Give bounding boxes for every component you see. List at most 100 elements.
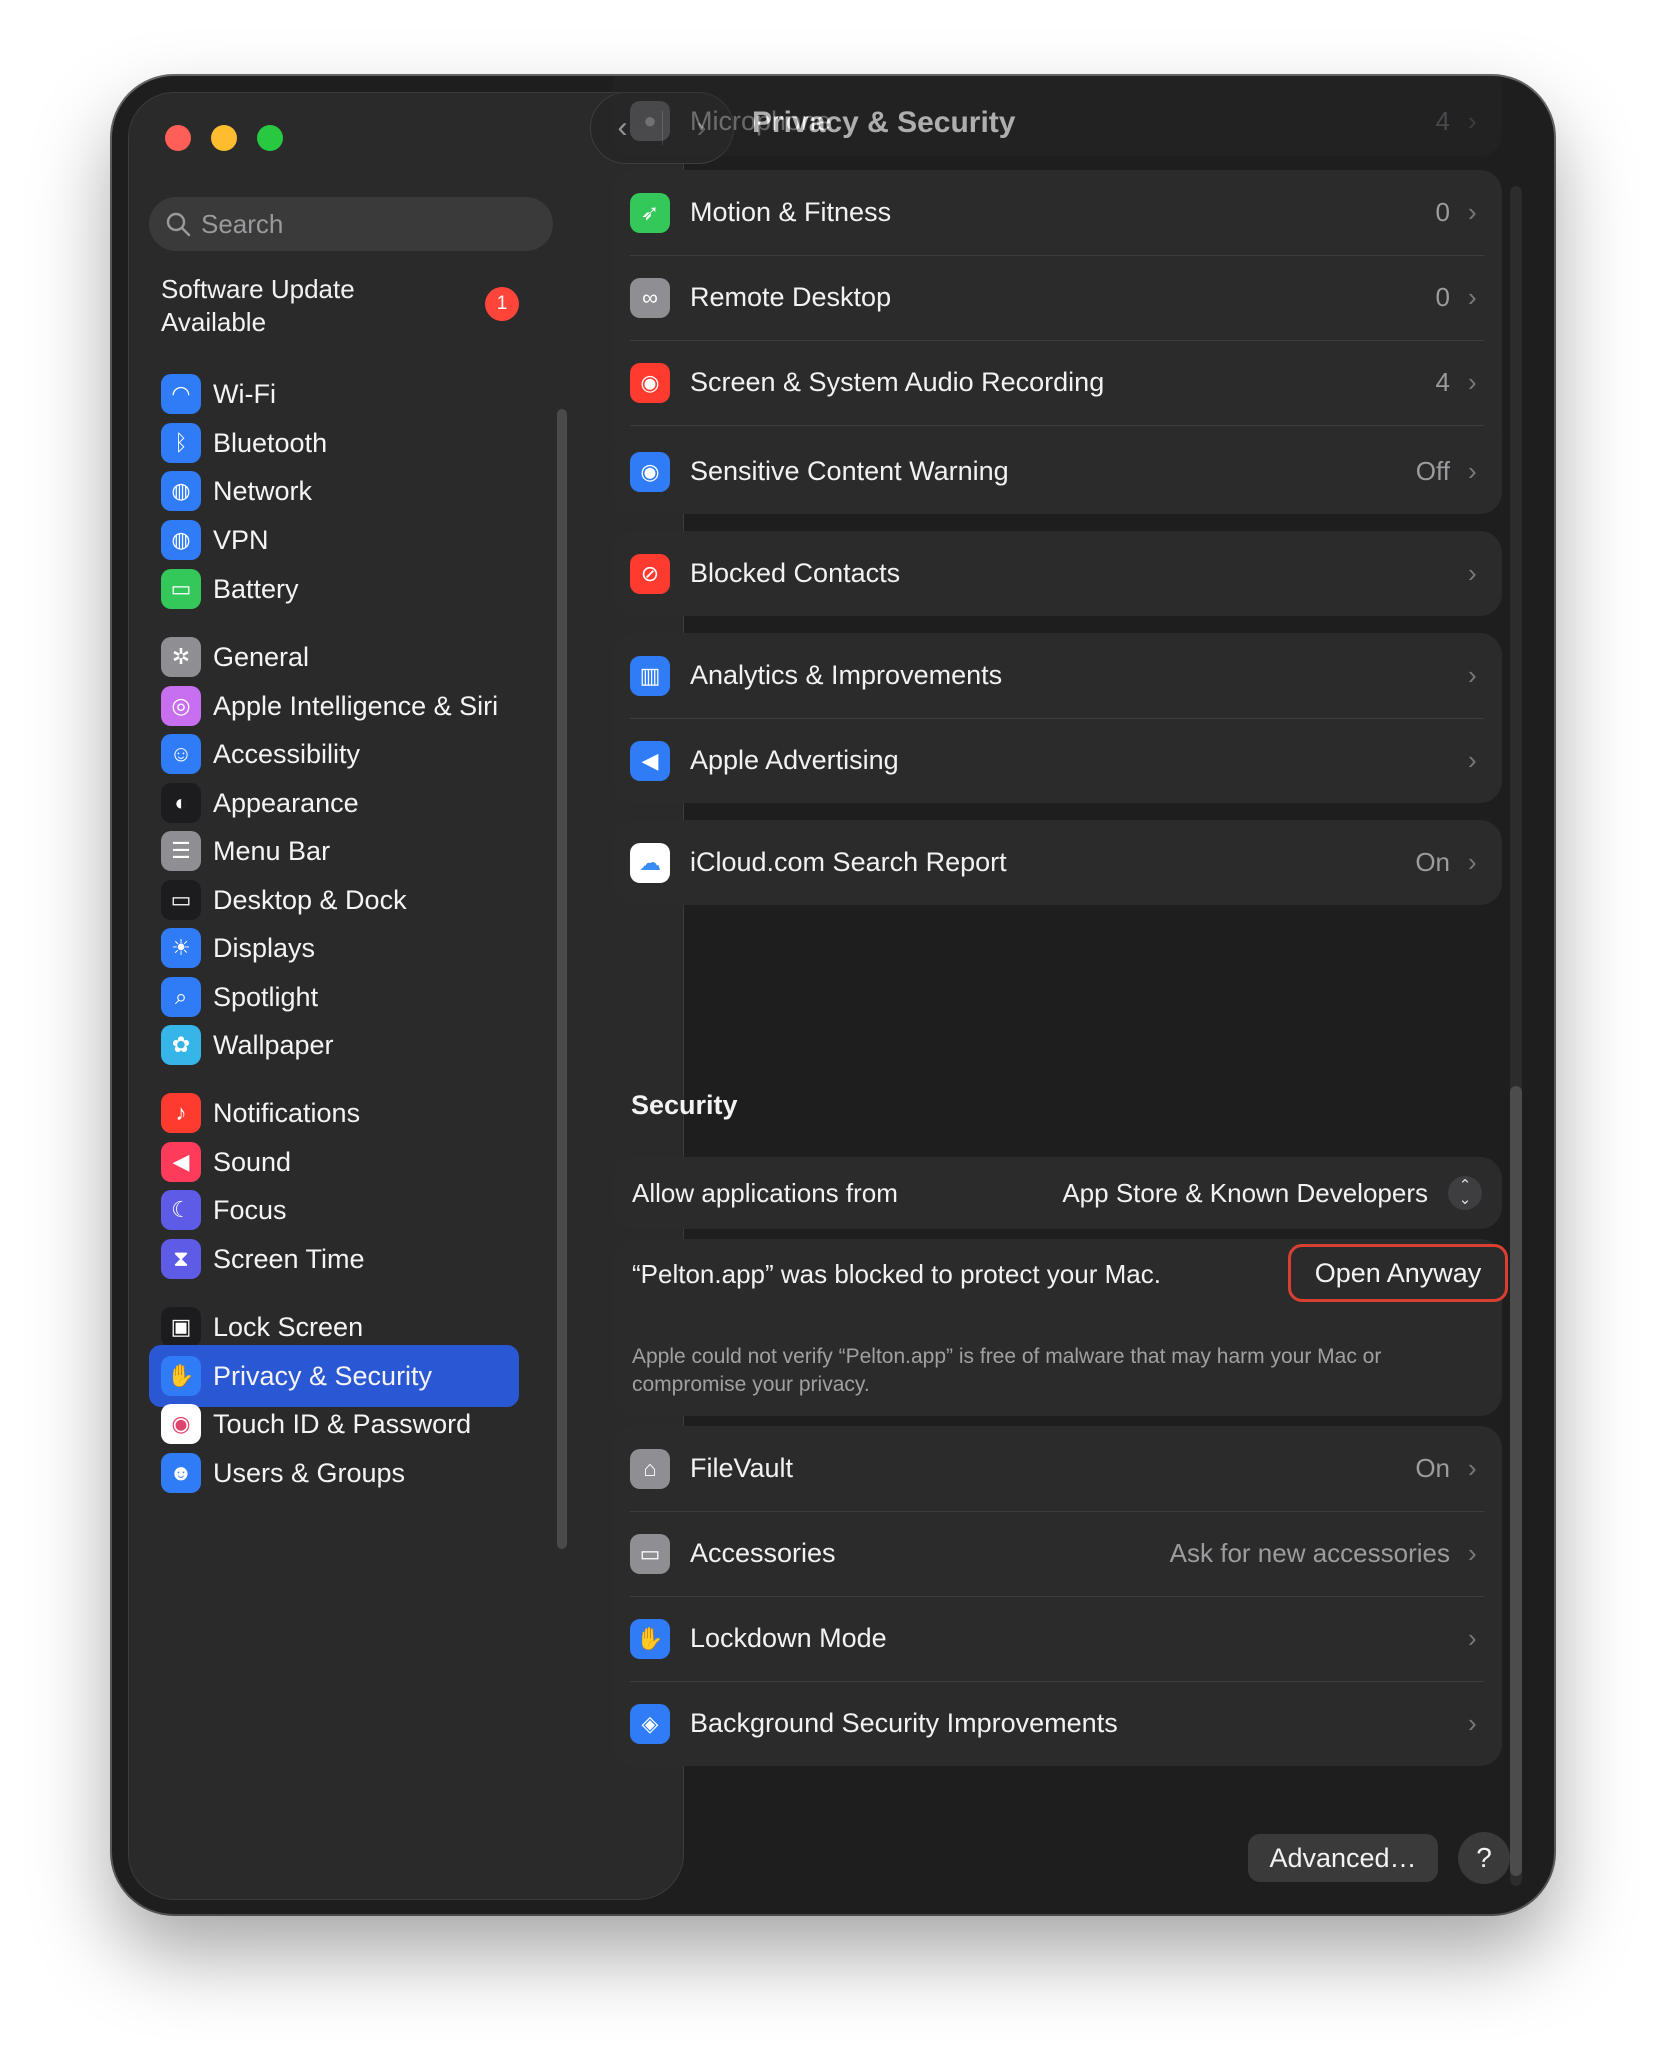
- menubar-icon: ☰: [161, 831, 201, 871]
- sidebar: Search Software Update Available 1 ◠ Wi-F…: [128, 92, 684, 1900]
- allow-apps-label: Allow applications from: [632, 1177, 898, 1208]
- microphone-count: 4: [1435, 105, 1450, 136]
- fingerprint-icon: ◉: [161, 1404, 201, 1444]
- zoom-window-button[interactable]: [257, 125, 283, 151]
- row-label: Accessories: [690, 1538, 836, 1568]
- chart-icon: ▥: [630, 655, 670, 696]
- sidebar-item-screen-time[interactable]: ⧗ Screen Time: [149, 1228, 519, 1290]
- microphone-icon: ●: [630, 101, 670, 141]
- row-blocked-contacts[interactable]: ⊘ Blocked Contacts ›: [612, 531, 1502, 616]
- row-filevault[interactable]: ⌂ FileVault On ›: [612, 1426, 1502, 1511]
- main-scrollbar[interactable]: [1510, 1086, 1522, 1876]
- chevron-right-icon: ›: [1468, 745, 1477, 775]
- microphone-label: Microphone: [690, 105, 832, 136]
- allow-apps-row: Allow applications from App Store & Know…: [612, 1157, 1502, 1229]
- update-count-badge: 1: [485, 287, 519, 321]
- blocked-app-message: “Pelton.app” was blocked to protect your…: [632, 1259, 1161, 1289]
- row-value: Ask for new accessories: [1169, 1538, 1450, 1568]
- sidebar-item-wallpaper[interactable]: ✿ Wallpaper: [149, 1014, 519, 1076]
- row-background-security-improvements[interactable]: ◈ Background Security Improvements ›: [612, 1681, 1502, 1766]
- row-label: Blocked Contacts: [690, 558, 901, 588]
- sidebar-scrollbar[interactable]: [557, 409, 567, 1549]
- globe-icon: ◍: [161, 520, 201, 560]
- allow-apps-value[interactable]: App Store & Known Developers: [1062, 1178, 1428, 1209]
- lock-icon: ▣: [161, 1307, 201, 1347]
- sidebar-item-label: Privacy & Security: [213, 1360, 433, 1391]
- battery-icon: ▭: [161, 569, 201, 609]
- row-label: Sensitive Content Warning: [690, 456, 1009, 486]
- globe-icon: ◍: [161, 471, 201, 511]
- row-screen-system-audio-recording[interactable]: ◉ Screen & System Audio Recording 4 ›: [612, 340, 1502, 425]
- shield-icon: ◈: [630, 1703, 670, 1744]
- sidebar-item-label: Screen Time: [213, 1243, 365, 1274]
- analytics-group: ▥ Analytics & Improvements › ◀ Apple Adverti…: [612, 633, 1502, 803]
- advanced-button[interactable]: Advanced…: [1248, 1834, 1438, 1882]
- siri-icon: ◎: [161, 686, 201, 726]
- minimize-window-button[interactable]: [211, 125, 237, 151]
- sidebar-item-label: Spotlight: [213, 981, 319, 1012]
- sidebar-item-label: Sound: [213, 1146, 292, 1177]
- row-label: Screen & System Audio Recording: [690, 367, 1105, 397]
- sidebar-item-battery[interactable]: ▭ Battery: [149, 558, 519, 620]
- row-remote-desktop[interactable]: ∞ Remote Desktop 0 ›: [612, 255, 1502, 340]
- icloud-group: ☁ iCloud.com Search Report On ›: [612, 820, 1502, 905]
- row-value: 4: [1435, 367, 1450, 397]
- blocked-icon: ⊘: [630, 553, 670, 594]
- software-update-link[interactable]: Software Update Available: [161, 273, 421, 339]
- users-icon: ☻: [161, 1453, 201, 1493]
- sidebar-item-label: Desktop & Dock: [213, 884, 407, 915]
- sidebar-item-label: Users & Groups: [213, 1457, 406, 1488]
- sidebar-item-label: Focus: [213, 1194, 287, 1225]
- sidebar-item-label: Displays: [213, 932, 316, 963]
- dock-icon: ▭: [161, 880, 201, 920]
- fitness-icon: ➶: [630, 192, 670, 233]
- eye-icon: ◉: [630, 451, 670, 492]
- chevron-right-icon: ›: [1468, 1453, 1477, 1483]
- row-lockdown-mode[interactable]: ✋ Lockdown Mode ›: [612, 1596, 1502, 1681]
- chevron-right-icon: ›: [1468, 1708, 1477, 1738]
- search-field[interactable]: Search: [149, 197, 553, 251]
- row-analytics-improvements[interactable]: ▥ Analytics & Improvements ›: [612, 633, 1502, 718]
- sidebar-item-label: Accessibility: [213, 738, 361, 769]
- sidebar-item-label: Wi-Fi: [213, 378, 276, 409]
- row-label: Lockdown Mode: [690, 1623, 887, 1653]
- blocked-group: ⊘ Blocked Contacts ›: [612, 531, 1502, 616]
- open-anyway-button[interactable]: Open Anyway: [1288, 1244, 1508, 1302]
- sidebar-item-label: Wallpaper: [213, 1029, 334, 1060]
- chevron-right-icon: ›: [1468, 197, 1477, 227]
- sun-icon: ☀: [161, 928, 201, 968]
- row-label: FileVault: [690, 1453, 794, 1483]
- hand-icon: ✋: [161, 1356, 201, 1396]
- chevron-right-icon: ›: [1468, 105, 1477, 136]
- security-section-title: Security: [631, 1090, 738, 1120]
- row-value: 0: [1435, 197, 1450, 227]
- wifi-icon: ◠: [161, 374, 201, 414]
- row-accessories[interactable]: ▭ Accessories Ask for new accessories ›: [612, 1511, 1502, 1596]
- bluetooth-icon: ᛒ: [161, 423, 201, 463]
- accessibility-icon: ☺: [161, 734, 201, 774]
- sidebar-item-label: Apple Intelligence & Siri: [213, 690, 499, 721]
- row-apple-advertising[interactable]: ◀ Apple Advertising ›: [612, 718, 1502, 803]
- row-motion-fitness[interactable]: ➶ Motion & Fitness 0 ›: [612, 170, 1502, 255]
- row-sensitive-content-warning[interactable]: ◉ Sensitive Content Warning Off ›: [612, 429, 1502, 514]
- gear-icon: ✲: [161, 637, 201, 677]
- search-icon: [166, 212, 191, 237]
- row-label: iCloud.com Search Report: [690, 847, 1007, 877]
- microphone-row[interactable]: ● Microphone 4 ›: [612, 76, 1502, 156]
- search-placeholder: Search: [201, 208, 284, 239]
- binoculars-icon: ∞: [630, 277, 670, 318]
- row-icloud-com-search-report[interactable]: ☁ iCloud.com Search Report On ›: [612, 820, 1502, 905]
- sidebar-item-label: Menu Bar: [213, 835, 331, 866]
- sidebar-item-users-groups[interactable]: ☻ Users & Groups: [149, 1442, 519, 1504]
- chevron-right-icon: ›: [1468, 1623, 1477, 1653]
- sidebar-item-label: Appearance: [213, 787, 359, 818]
- chevron-right-icon: ›: [1468, 660, 1477, 690]
- close-window-button[interactable]: [165, 125, 191, 151]
- cloud-icon: ☁: [630, 842, 670, 883]
- row-value: 0: [1435, 282, 1450, 312]
- security-group: ⌂ FileVault On › ▭ Accessories Ask for new acc…: [612, 1426, 1502, 1766]
- popup-arrows-icon[interactable]: ⌃ ⌄: [1448, 1176, 1482, 1210]
- help-button[interactable]: ?: [1458, 1832, 1510, 1884]
- magnifier-icon: ⌕: [161, 977, 201, 1017]
- sidebar-item-label: Lock Screen: [213, 1311, 364, 1342]
